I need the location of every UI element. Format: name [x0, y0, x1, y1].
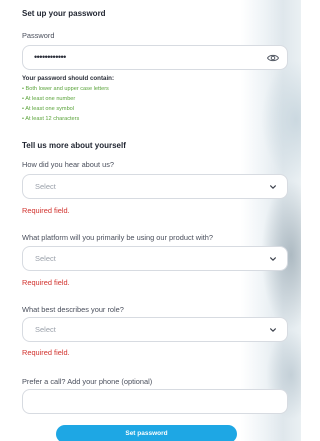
hear-about-error: Required field.: [22, 206, 70, 215]
platform-value: Select: [35, 254, 56, 263]
password-section-title: Set up your password: [22, 9, 106, 18]
password-rules-title: Your password should contain:: [22, 75, 115, 82]
phone-label: Prefer a call? Add your phone (optional): [22, 377, 153, 386]
platform-error: Required field.: [22, 278, 70, 287]
set-password-button[interactable]: Set password: [56, 425, 237, 441]
hear-about-select[interactable]: Select: [22, 174, 288, 199]
eye-icon[interactable]: [267, 53, 279, 63]
signup-page: Set up your password Password ••••••••••…: [0, 0, 301, 441]
role-label: What best describes your role?: [22, 305, 124, 314]
password-rule: • At least one symbol: [22, 106, 75, 112]
password-rule: • At least one number: [22, 96, 76, 102]
password-value: ••••••••••••: [34, 52, 66, 62]
role-select[interactable]: Select: [22, 317, 288, 342]
chevron-down-icon: [270, 257, 276, 261]
chevron-down-icon: [270, 185, 276, 189]
about-section-title: Tell us more about yourself: [22, 141, 126, 150]
platform-label: What platform will you primarily be usin…: [22, 233, 214, 242]
password-input[interactable]: ••••••••••••: [22, 45, 288, 70]
background-decoration: [261, 60, 301, 180]
hear-about-value: Select: [35, 182, 56, 191]
password-rule: • Both lower and upper case letters: [22, 86, 109, 92]
role-value: Select: [35, 325, 56, 334]
platform-select[interactable]: Select: [22, 246, 288, 271]
chevron-down-icon: [270, 328, 276, 332]
password-rule: • At least 12 characters: [22, 116, 80, 122]
phone-input[interactable]: [22, 389, 288, 414]
role-error: Required field.: [22, 348, 70, 357]
hear-about-label: How did you hear about us?: [22, 160, 115, 169]
password-label: Password: [22, 31, 55, 40]
